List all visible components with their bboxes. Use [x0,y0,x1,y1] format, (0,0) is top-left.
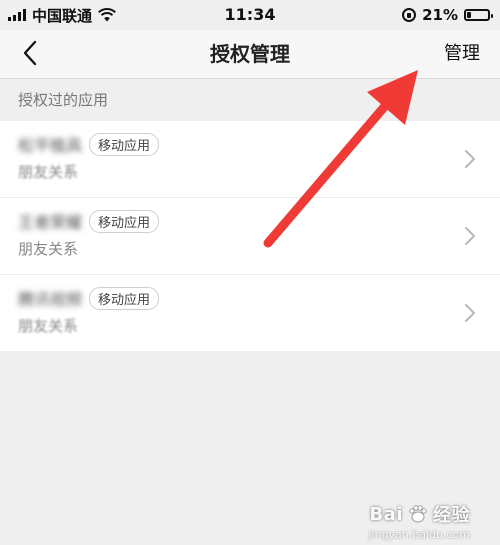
list-item[interactable]: 王者荣耀 移动应用 朋友关系 [0,198,500,275]
watermark-brand: Bai [369,503,403,525]
app-type-tag: 移动应用 [89,132,160,156]
baidu-watermark: Bai 经验 [369,501,470,527]
chevron-right-icon [465,150,475,168]
page-title: 授权管理 [210,42,290,66]
paw-icon [409,505,427,523]
app-row: 腾讯视频 移动应用 [18,286,160,310]
battery-percent: 21% [422,6,458,24]
signal-icon [8,9,26,21]
section-header: 授权过的应用 [18,91,109,109]
permission-label: 朋友关系 [18,163,79,181]
carrier-name: 中国联通 [32,6,93,25]
watermark-url: jingyan.baidu.com [368,528,470,541]
app-row: 松平植具 移动应用 [18,132,160,156]
status-bar: 中国联通 11:34 21% [0,0,500,30]
permission-label: 朋友关系 [18,240,79,258]
watermark-suffix: 经验 [433,505,470,526]
list-item[interactable]: 腾讯视频 移动应用 朋友关系 [0,275,500,351]
list-item[interactable]: 松平植具 移动应用 朋友关系 [0,121,500,198]
chevron-right-icon [465,304,475,322]
authorized-app-list: 松平植具 移动应用 朋友关系 王者荣耀 移动应用 朋友关系 腾讯视频 移动应用 … [0,121,500,351]
app-type-tag: 移动应用 [89,286,160,310]
app-type-tag: 移动应用 [89,209,160,233]
app-name: 腾讯视频 [18,290,83,309]
app-name: 松平植具 [18,136,83,155]
battery-fill [467,12,471,18]
status-time: 11:34 [224,5,276,24]
battery-icon [464,9,493,21]
app-name: 王者荣耀 [18,213,83,232]
app-row: 王者荣耀 移动应用 [18,209,160,233]
back-button[interactable] [16,39,44,67]
chevron-right-icon [465,227,475,245]
status-left: 中国联通 [8,0,116,30]
wifi-icon [98,8,116,22]
chevron-left-icon [23,40,37,66]
rotation-lock-icon [402,8,417,22]
status-right: 21% [402,0,493,30]
manage-button[interactable]: 管理 [444,30,480,78]
permission-label: 朋友关系 [18,317,79,335]
navigation-bar: 授权管理 管理 [0,30,500,79]
